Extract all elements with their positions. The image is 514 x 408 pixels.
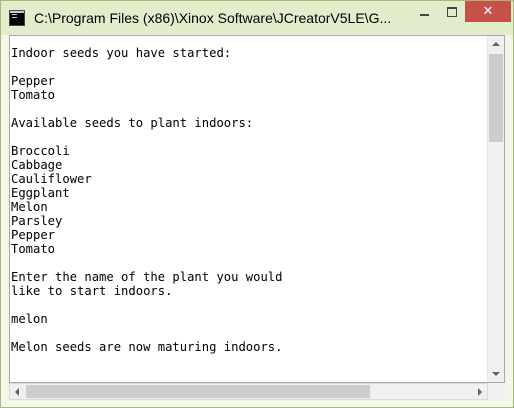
close-icon: ✕ bbox=[482, 4, 494, 19]
maximize-button[interactable] bbox=[438, 1, 465, 22]
console-line: Melon bbox=[11, 200, 48, 214]
console-line: Melon seeds are now maturing indoors. bbox=[11, 340, 283, 354]
console-output-area[interactable]: Indoor seeds you have started: Pepper To… bbox=[9, 35, 505, 383]
console-line: like to start indoors. bbox=[11, 284, 173, 298]
console-line: Cauliflower bbox=[11, 172, 92, 186]
console-line: Tomato bbox=[11, 88, 56, 102]
size-grip[interactable] bbox=[488, 383, 505, 400]
scroll-left-icon[interactable] bbox=[15, 388, 19, 396]
console-line: melon bbox=[11, 312, 48, 326]
console-line: Eggplant bbox=[11, 186, 70, 200]
console-line: Parsley bbox=[11, 214, 63, 228]
scroll-right-icon[interactable] bbox=[478, 388, 482, 396]
minimize-button[interactable] bbox=[411, 1, 438, 22]
console-line: Pepper bbox=[11, 228, 56, 242]
console-app-icon[interactable] bbox=[9, 10, 25, 26]
window-title: C:\Program Files (x86)\Xinox Software\JC… bbox=[34, 10, 392, 26]
console-line: Enter the name of the plant you would bbox=[11, 270, 283, 284]
horizontal-scroll-thumb[interactable] bbox=[26, 385, 370, 398]
console-line: Indoor seeds you have started: bbox=[11, 46, 232, 60]
horizontal-scrollbar[interactable] bbox=[9, 383, 488, 400]
console-line: Broccoli bbox=[11, 144, 70, 158]
vertical-scroll-thumb[interactable] bbox=[489, 54, 503, 142]
console-line: Available seeds to plant indoors: bbox=[11, 116, 254, 130]
scroll-up-icon[interactable] bbox=[492, 42, 500, 46]
console-window: C:\Program Files (x86)\Xinox Software\JC… bbox=[0, 0, 514, 408]
close-button[interactable]: ✕ bbox=[465, 1, 511, 22]
console-line: Cabbage bbox=[11, 158, 63, 172]
vertical-scrollbar[interactable] bbox=[487, 36, 504, 382]
scroll-down-icon[interactable] bbox=[492, 372, 500, 376]
title-bar[interactable]: C:\Program Files (x86)\Xinox Software\JC… bbox=[1, 1, 513, 35]
console-line: Pepper bbox=[11, 74, 56, 88]
console-line: Tomato bbox=[11, 242, 56, 256]
console-text: Indoor seeds you have started: Pepper To… bbox=[11, 36, 488, 382]
